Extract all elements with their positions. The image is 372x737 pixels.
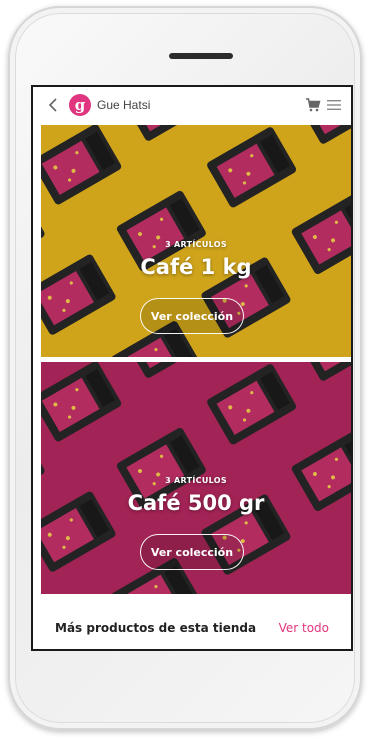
collection-title: Café 500 gr (127, 491, 265, 515)
collection-count: 3 ARTÍCULOS (165, 240, 227, 249)
app-screen: g Gue Hatsi 3 ARTÍCULOS Café 1 kg Ver co… (33, 87, 351, 649)
menu-icon[interactable] (327, 98, 341, 112)
app-header: g Gue Hatsi (33, 87, 351, 123)
store-logo: g (69, 94, 91, 116)
chevron-left-icon (48, 98, 57, 112)
phone-speaker (169, 53, 233, 59)
collection-banner-1kg[interactable]: 3 ARTÍCULOS Café 1 kg Ver colección (41, 125, 351, 357)
collection-banner-500gr[interactable]: 3 ARTÍCULOS Café 500 gr Ver colección (41, 362, 351, 594)
back-button[interactable] (45, 97, 61, 113)
view-collection-button[interactable]: Ver colección (140, 298, 244, 334)
more-products-row: Más productos de esta tienda Ver todo (33, 609, 351, 649)
collection-title: Café 1 kg (140, 255, 252, 279)
view-collection-button[interactable]: Ver colección (140, 534, 244, 570)
store-name: Gue Hatsi (97, 98, 151, 112)
collection-count: 3 ARTÍCULOS (165, 476, 227, 485)
cart-icon[interactable] (305, 97, 321, 113)
view-all-link[interactable]: Ver todo (279, 621, 329, 635)
more-products-title: Más productos de esta tienda (55, 621, 257, 635)
